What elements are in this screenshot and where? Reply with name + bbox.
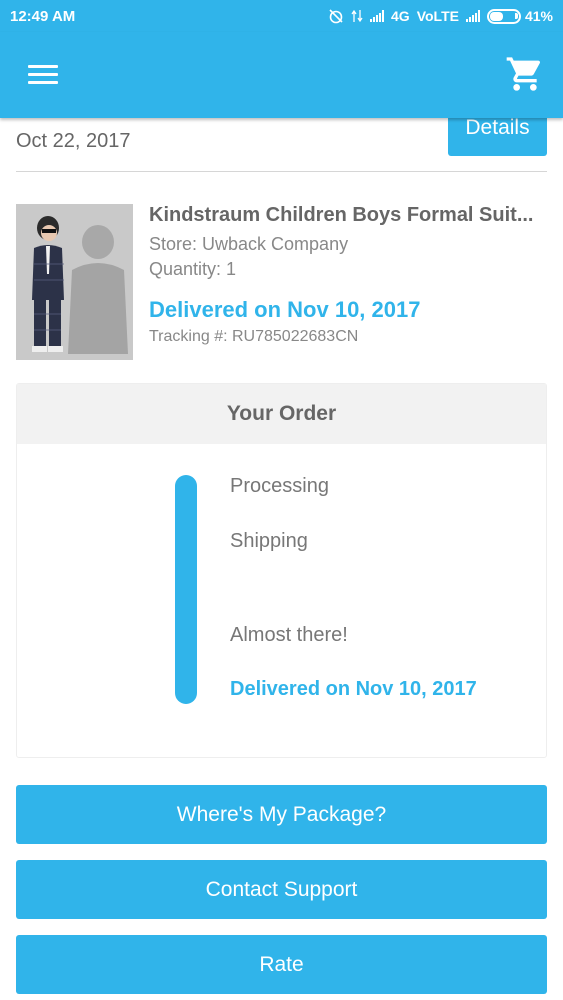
status-icons: 4G VoLTE 41% <box>328 8 553 24</box>
product-quantity: Quantity: 1 <box>149 259 237 279</box>
step-shipping: Shipping <box>230 530 308 552</box>
alarm-off-icon <box>329 9 343 24</box>
shopping-cart-icon[interactable] <box>505 54 545 94</box>
step-almost-there: Almost there! <box>230 624 348 646</box>
rate-button[interactable]: Rate <box>16 935 547 994</box>
divider <box>16 171 547 172</box>
product-title[interactable]: Kindstraum Children Boys Formal Suit... <box>149 204 549 227</box>
hamburger-menu-icon[interactable] <box>22 58 62 92</box>
app-bar <box>0 32 563 118</box>
step-processing: Processing <box>230 475 329 497</box>
signal-icon-2 <box>465 10 480 22</box>
product-image[interactable] <box>16 204 133 360</box>
tracking-number: Tracking #: RU785022683CN <box>149 328 359 345</box>
volte-label: VoLTE <box>416 8 459 24</box>
step-delivered: Delivered on Nov 10, 2017 <box>230 678 477 700</box>
progress-bar <box>175 475 197 704</box>
delivery-status: Delivered on Nov 10, 2017 <box>149 297 421 322</box>
network-type: 4G <box>391 8 410 24</box>
contact-support-button[interactable]: Contact Support <box>16 860 547 919</box>
wheres-my-package-button[interactable]: Where's My Package? <box>16 785 547 844</box>
order-card-title: Your Order <box>17 384 546 444</box>
order-progress-card: Your Order Processing Shipping Almost th… <box>16 383 547 758</box>
data-arrows-icon <box>351 9 363 23</box>
battery-icon <box>486 8 521 24</box>
order-placed-date: Oct 22, 2017 <box>16 130 131 152</box>
product-store: Store: Uwback Company <box>149 234 349 254</box>
status-bar: 12:49 AM 4G VoLTE 41% <box>0 0 563 32</box>
battery-percent: 41% <box>524 8 553 24</box>
signal-icon <box>370 10 385 22</box>
status-time: 12:49 AM <box>10 7 76 25</box>
